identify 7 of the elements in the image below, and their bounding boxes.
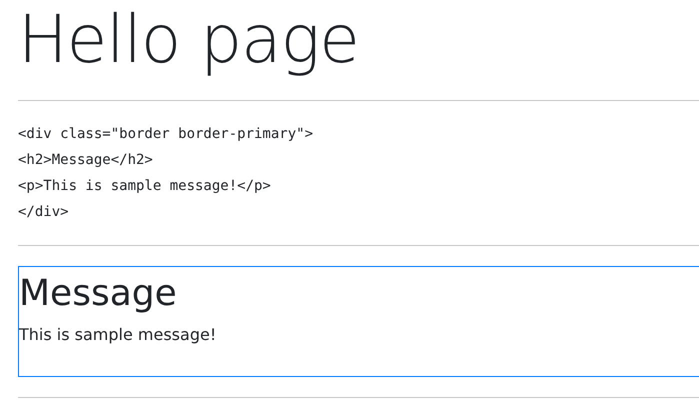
- code-line: </div>: [18, 204, 69, 220]
- code-line: <div class="border border-primary">: [18, 126, 314, 142]
- page-title: Hello page: [18, 0, 359, 80]
- message-heading: Message: [19, 272, 177, 316]
- message-text: This is sample message!: [19, 324, 216, 346]
- code-line: <p>This is sample message!</p>: [18, 178, 271, 194]
- code-line: <h2>Message</h2>: [18, 152, 153, 168]
